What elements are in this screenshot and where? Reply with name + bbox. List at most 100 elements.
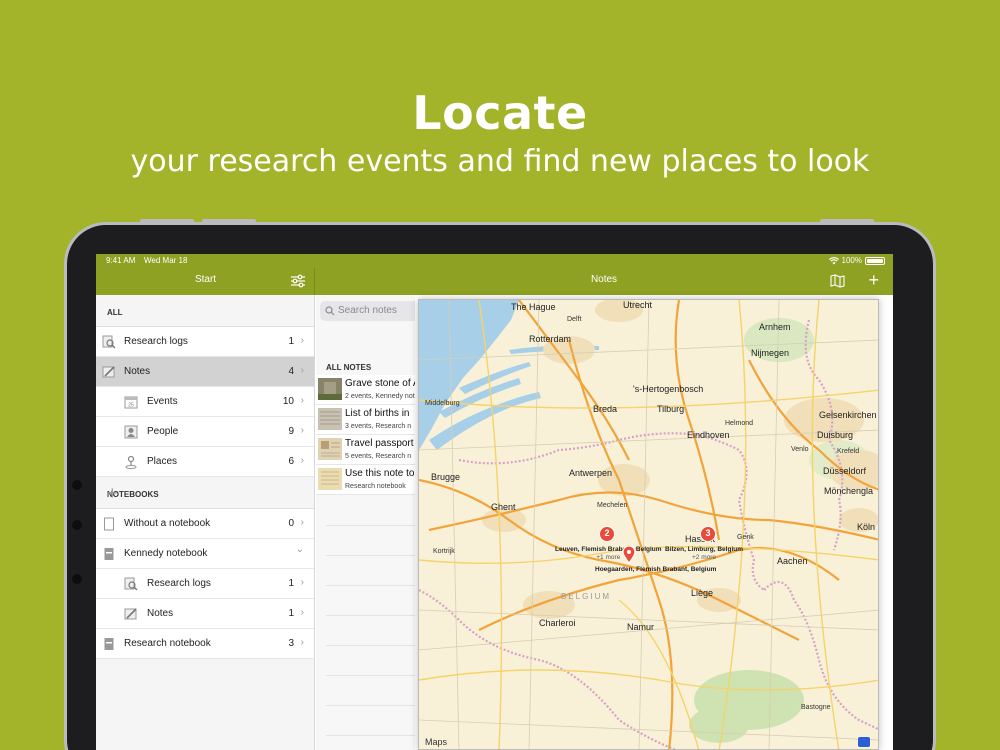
notebook-subitem-research-logs[interactable]: Research logs 1 › [96,569,314,599]
chevron-down-icon[interactable]: ⌄ [296,544,304,555]
divider [326,735,415,736]
sidebar-item-places[interactable]: Places 6 › [96,447,314,477]
chevron-right-icon: › [300,517,304,528]
map-label: Delft [567,316,582,323]
map-label-country: BELGIUM [561,592,612,601]
chevron-right-icon: › [300,607,304,618]
note-row[interactable]: Grave stone of A 2 events, Kennedy not [316,375,415,405]
wifi-icon [828,256,839,264]
sidebar-navbar: Start [96,268,315,295]
detail-pane [881,295,893,750]
maps-attribution: Maps [425,737,448,747]
battery-percent: 100% [841,256,862,265]
ipad-screen: 9:41 AM Wed Mar 18 100% Start Notes + AL… [96,254,893,750]
map-label: Antwerpen [569,468,613,478]
chevron-right-icon: › [300,425,304,436]
map-label: Gelsenkirchen [819,410,877,420]
sidebar-title: Start [194,274,217,285]
map-label: Tilburg [657,404,685,414]
chevron-right-icon: › [300,455,304,466]
status-time: 9:41 AM [106,256,136,265]
map-label: Namur [627,622,655,632]
sidebar-item-notes[interactable]: Notes 4 › [96,357,314,387]
divider [326,585,415,586]
add-note-button[interactable]: + [868,271,879,289]
pencil-icon [102,366,115,378]
all-section-header: ALL [96,295,314,327]
map-icon[interactable] [830,274,845,288]
map-canvas[interactable] [419,300,879,750]
note-thumbnail [318,378,342,400]
status-bar: 9:41 AM Wed Mar 18 100% [96,254,893,268]
sliders-icon[interactable] [290,273,306,289]
map-info-icon[interactable] [858,737,870,747]
all-notes-header: ALL NOTES [326,363,372,372]
notebook-item-without[interactable]: Without a notebook 0 › [96,509,314,539]
notebook-empty-icon [104,517,114,531]
map-pin-icon[interactable] [622,546,636,564]
map-pin[interactable]: 3 [700,526,716,542]
notes-title: Notes [590,274,618,285]
status-battery: 100% [828,256,885,265]
notebook-icon [104,548,114,560]
divider [326,705,415,706]
sidebar-item-people[interactable]: People 9 › [96,417,314,447]
notebook-icon [104,638,114,650]
divider [326,615,415,616]
chevron-right-icon: › [300,335,304,346]
map-popover[interactable]: The Hague Utrecht Rotterdam Delft Arnhem… [418,299,879,750]
sidebar-item-research-logs[interactable]: Research logs 1 › [96,327,314,357]
note-row[interactable]: Travel passport 5 events, Research n [316,435,415,465]
map-label: Düsseldorf [823,466,867,476]
divider [326,555,415,556]
calendar-icon: 25 [124,396,138,409]
map-label: Helmond [725,420,754,427]
notebook-item-research[interactable]: Research notebook 3 › [96,629,314,659]
map-label: The Hague [511,302,556,312]
search-input[interactable]: Search notes [320,301,415,321]
pencil-icon [124,608,137,620]
hero-title: Locate [412,86,588,140]
divider [326,675,415,676]
magnifier-doc-icon [124,577,138,591]
map-label: Ghent [491,502,516,512]
map-pin-label: Bilzen, Limburg, Belgium +2 more [665,546,744,561]
chevron-right-icon: › [300,365,304,376]
chevron-right-icon: › [300,637,304,648]
person-icon [124,425,138,439]
notebook-subitem-notes[interactable]: Notes 1 › [96,599,314,629]
camera-dot [72,574,82,584]
map-label: Brugge [431,472,461,482]
divider [326,525,415,526]
map-label: Aachen [777,556,808,566]
hero-subtitle: your research events and find new places… [130,144,870,179]
map-label: Arnhem [759,322,791,332]
map-label: Eindhoven [687,430,730,440]
map-label: Bastogne [801,704,831,711]
map-label: Genk [737,534,754,541]
note-row[interactable]: Use this note to Research notebook [316,465,415,495]
map-label: Nijmegen [751,348,790,358]
notes-list: Search notes ALL NOTES Grave stone of A … [316,295,415,750]
battery-icon [865,256,885,265]
note-row[interactable]: List of births in 3 events, Research n [316,405,415,435]
notebook-item-kennedy[interactable]: Kennedy notebook ⌄ [96,539,314,569]
map-label: Middelburg [425,400,460,407]
divider [326,645,415,646]
status-date: Wed Mar 18 [144,256,188,265]
sidebar-item-events[interactable]: 25 Events 10 › [96,387,314,417]
map-label: Venlo [791,446,809,453]
note-thumbnail [318,468,342,490]
map-label: Rotterdam [529,334,572,344]
map-pin[interactable]: 2 [599,526,615,542]
svg-text:25: 25 [128,403,134,409]
map-label: Köln [857,522,876,532]
add-notebook-button[interactable]: + [107,484,304,502]
magnifier-doc-icon [102,335,116,349]
map-label: 's-Hertogenbosch [633,384,704,394]
map-label: Mechelen [597,502,628,509]
map-label: Mönchengla [824,486,874,496]
camera-dot [72,480,82,490]
map-label: Breda [593,404,618,414]
map-pin-label: Hoegaarden, Flemish Brabant, Belgium [595,566,717,573]
